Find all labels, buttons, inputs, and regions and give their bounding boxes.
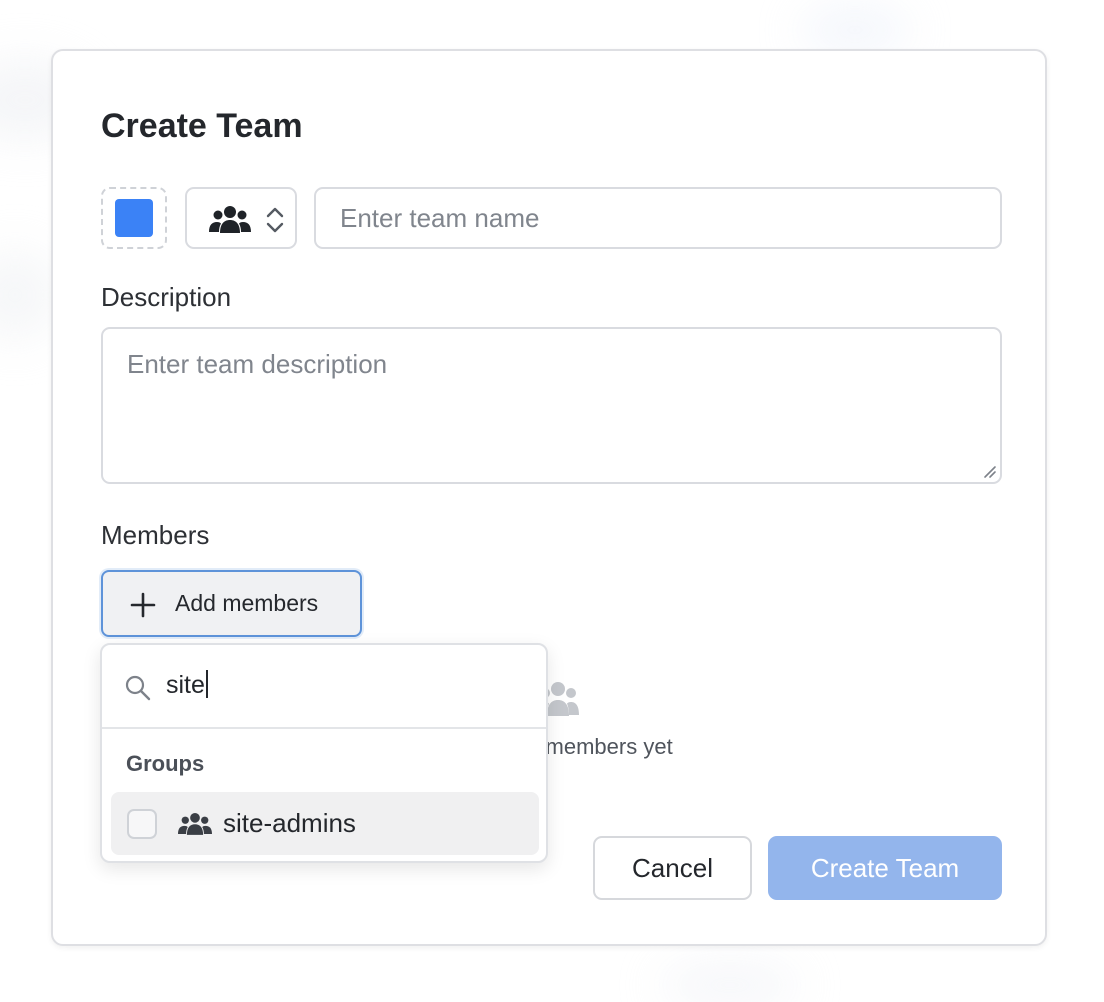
team-color-swatch bbox=[115, 199, 153, 237]
description-label: Description bbox=[101, 282, 232, 312]
member-search-input[interactable]: site bbox=[166, 670, 208, 700]
plus-icon bbox=[130, 592, 156, 618]
team-name-input[interactable] bbox=[314, 187, 1002, 249]
background-blur bbox=[660, 965, 800, 1002]
add-members-label: Add members bbox=[175, 590, 319, 616]
member-picker-popover: site Groups site-admins bbox=[100, 643, 548, 863]
team-icon-select[interactable] bbox=[185, 187, 297, 249]
group-option-label: site-admins bbox=[223, 808, 356, 838]
members-label: Members bbox=[101, 520, 210, 550]
page: Create Team Description Members bbox=[0, 0, 1104, 1002]
dialog-title: Create Team bbox=[101, 107, 303, 145]
groups-heading: Groups bbox=[126, 751, 205, 776]
resize-handle-icon[interactable] bbox=[981, 463, 997, 479]
team-icon bbox=[209, 206, 251, 233]
group-icon bbox=[178, 812, 212, 835]
cancel-button[interactable]: Cancel bbox=[593, 836, 752, 900]
add-members-button[interactable]: Add members bbox=[101, 570, 362, 637]
create-team-button[interactable]: Create Team bbox=[768, 836, 1002, 900]
popover-divider bbox=[102, 727, 546, 729]
member-search-value: site bbox=[166, 671, 205, 699]
chevron-up-down-icon bbox=[266, 207, 284, 233]
text-cursor bbox=[205, 670, 208, 698]
team-description-input[interactable] bbox=[101, 327, 1002, 484]
search-icon bbox=[125, 675, 151, 701]
group-option[interactable]: site-admins bbox=[111, 792, 539, 855]
background-blur bbox=[800, 10, 910, 50]
group-option-checkbox[interactable] bbox=[127, 809, 157, 839]
team-color-picker[interactable] bbox=[101, 187, 167, 249]
